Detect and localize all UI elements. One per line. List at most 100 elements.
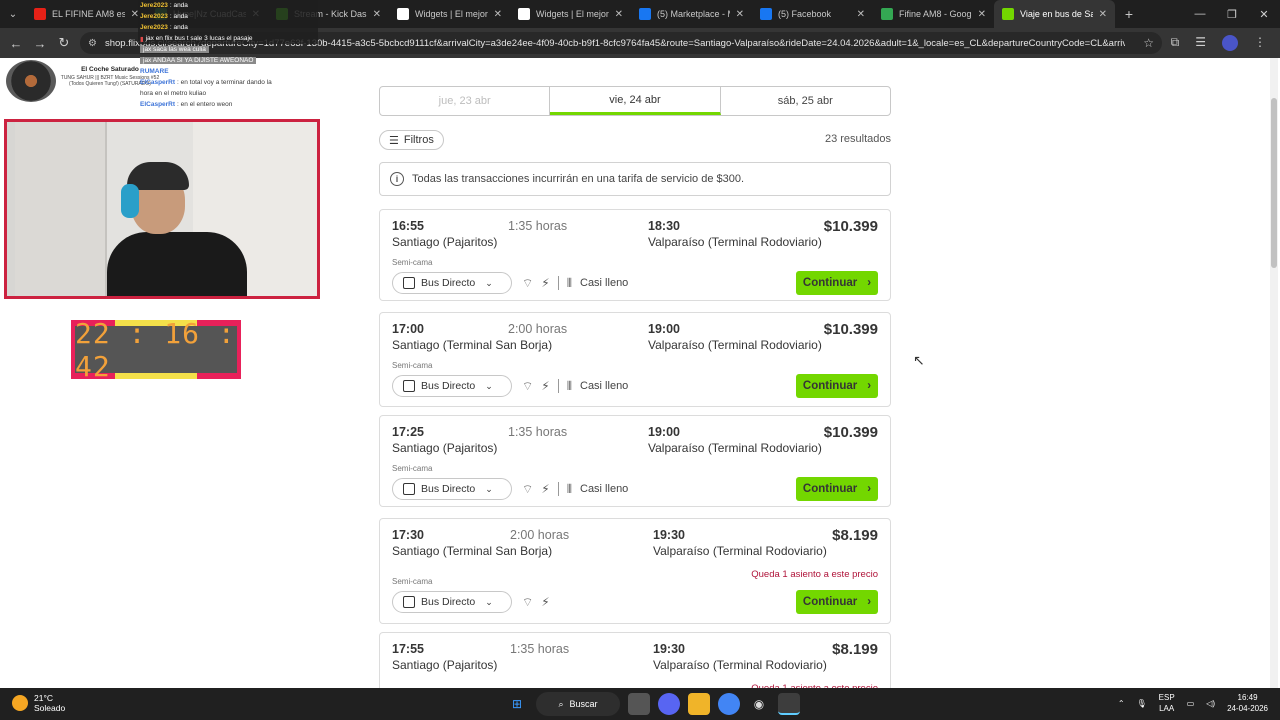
language-indicator[interactable]: ESP LAA <box>1159 692 1175 714</box>
menu-kebab-icon[interactable]: ⋮ <box>1254 35 1266 51</box>
departure-time: 17:55 <box>392 642 424 656</box>
date-tab-next[interactable]: sáb, 25 abr <box>721 87 890 115</box>
continue-button[interactable]: Continuar › <box>796 374 878 398</box>
seats-icon: ⦀ <box>566 481 572 496</box>
forward-icon[interactable]: → <box>28 36 52 51</box>
tab-title: EL FIFINE AM8 es el M <box>52 9 125 19</box>
close-tab-icon[interactable]: ✕ <box>736 9 744 20</box>
taskbar-search[interactable]: ⌕ Buscar <box>536 692 620 716</box>
seats-icon: ⦀ <box>566 378 572 393</box>
arrival-station: Valparaíso (Terminal Rodoviario) <box>648 441 822 455</box>
continue-button[interactable]: Continuar › <box>796 477 878 501</box>
close-tab-icon[interactable]: ✕ <box>978 9 986 20</box>
power-plug-icon: ⚡ <box>541 482 550 496</box>
trip-price: $10.399 <box>823 424 878 441</box>
site-info-icon[interactable]: ⚙ <box>88 38 97 49</box>
new-tab-button[interactable]: + <box>1115 6 1143 22</box>
trip-card[interactable]: 17:30 2:00 horas 19:30 $8.199 Santiago (… <box>379 518 891 624</box>
chat-line: Jere2023: anda <box>138 22 318 33</box>
extensions-icon[interactable]: ⧉ <box>1171 35 1180 51</box>
departure-time: 17:30 <box>392 528 424 542</box>
tab-title: Fifine AM8 - Google <box>899 9 972 19</box>
trip-price: $10.399 <box>823 321 878 338</box>
info-icon: i <box>390 172 404 186</box>
weather-widget[interactable]: 21°C Soleado <box>12 693 65 713</box>
bus-type-dropdown[interactable]: Bus Directo ⌄ <box>392 272 512 294</box>
tab-title: (5) Marketplace - Mi <box>657 9 730 19</box>
trip-card[interactable]: 17:25 1:35 horas 19:00 $10.399 Santiago … <box>379 415 891 507</box>
trip-duration: 1:35 horas <box>508 219 568 233</box>
trip-duration: 2:00 horas <box>510 528 570 542</box>
browser-tab[interactable]: EL FIFINE AM8 es el M✕ <box>26 0 147 28</box>
continue-button[interactable]: Continuar › <box>796 271 878 295</box>
minimize-icon[interactable]: — <box>1184 8 1216 21</box>
taskbar-apps: ⊞ ⌕ Buscar ◉ <box>506 692 800 716</box>
windows-start-icon[interactable]: ⊞ <box>506 693 528 715</box>
arrival-station: Valparaíso (Terminal Rodoviario) <box>648 235 822 249</box>
tray-overflow-icon[interactable]: ⌃ <box>1118 699 1125 708</box>
trip-card[interactable]: 17:55 1:35 horas 19:30 $8.199 Santiago (… <box>379 632 891 694</box>
seat-type: Semi-cama <box>392 361 433 370</box>
close-tab-icon[interactable]: ✕ <box>494 9 502 20</box>
chevron-right-icon: › <box>867 380 872 392</box>
trip-card[interactable]: 16:55 1:35 horas 18:30 $10.399 Santiago … <box>379 209 891 301</box>
continue-button[interactable]: Continuar › <box>796 590 878 614</box>
microphone-icon[interactable]: 🎙 <box>1137 699 1147 708</box>
webcam-background <box>15 122 107 296</box>
trip-price: $8.199 <box>832 527 878 544</box>
volume-icon[interactable]: ◁) <box>1206 699 1215 708</box>
service-fee-notice: i Todas las transacciones incurrirán en … <box>379 162 891 196</box>
arrival-station: Valparaíso (Terminal Rodoviario) <box>653 544 827 558</box>
tab-search-icon[interactable]: ⌄ <box>0 0 26 28</box>
windows-taskbar: 21°C Soleado ⊞ ⌕ Buscar ◉ ⌃ 🎙 ESP LAA ▭ ◁) … <box>0 688 1280 720</box>
browser-tab[interactable]: (5) Facebook ✕ <box>752 0 873 28</box>
close-tab-icon[interactable]: ✕ <box>373 9 381 20</box>
date-tab-prev[interactable]: jue, 23 abr <box>380 87 551 115</box>
browser-tab[interactable]: Widgets | El mejor so ✕ <box>510 0 631 28</box>
arrival-time: 19:30 <box>653 528 685 542</box>
tab-list-icon[interactable]: ☰ <box>1195 35 1206 51</box>
network-icon[interactable]: ▭ <box>1187 699 1195 708</box>
notice-text: Todas las transacciones incurrirán en un… <box>412 173 745 185</box>
bookmark-star-icon[interactable]: ☆ <box>1143 36 1154 50</box>
departure-time: 17:00 <box>392 322 424 336</box>
close-tab-icon[interactable]: ✕ <box>615 9 623 20</box>
bus-type-dropdown[interactable]: Bus Directo ⌄ <box>392 591 512 613</box>
date-tab-selected[interactable]: vie, 24 abr <box>550 87 721 115</box>
obs-icon[interactable]: ◉ <box>748 693 770 715</box>
close-tab-icon[interactable]: ✕ <box>1099 9 1107 20</box>
bus-type-dropdown[interactable]: Bus Directo ⌄ <box>392 478 512 500</box>
clock[interactable]: 16:49 24-04-2026 <box>1227 692 1268 714</box>
page-scrollbar[interactable] <box>1270 58 1278 688</box>
close-tab-icon[interactable]: ✕ <box>857 9 865 20</box>
filters-button[interactable]: ☰ Filtros <box>379 130 444 150</box>
trip-card[interactable]: 17:00 2:00 horas 19:00 $10.399 Santiago … <box>379 312 891 407</box>
discord-icon[interactable] <box>658 693 680 715</box>
reload-icon[interactable]: ↻ <box>52 35 76 51</box>
bus-icon <box>403 483 415 495</box>
amenities: ⌔ ⚡ <box>522 591 550 613</box>
bus-type-dropdown[interactable]: Bus Directo ⌄ <box>392 375 512 397</box>
browser-tab[interactable]: (5) Marketplace - Mi ✕ <box>631 0 752 28</box>
tab-title: (5) Facebook <box>778 9 832 19</box>
scroll-thumb[interactable] <box>1271 98 1277 268</box>
close-window-icon[interactable]: ✕ <box>1248 8 1280 21</box>
chat-line: ▮ jax en flix bus t sale 3 lucas el pasaj… <box>138 33 318 44</box>
facebook-icon <box>639 8 651 20</box>
profile-avatar[interactable] <box>1222 35 1238 51</box>
trip-duration: 1:35 horas <box>510 642 570 656</box>
wifi-icon: ⌔ <box>522 594 534 609</box>
chrome-active-icon[interactable] <box>778 693 800 715</box>
browser-tab[interactable]: Widgets | El mejor so ✕ <box>389 0 510 28</box>
back-icon[interactable]: ← <box>4 36 28 51</box>
browser-tab[interactable]: Viaje en bus de Santi ✕ <box>994 0 1115 28</box>
bus-icon <box>403 277 415 289</box>
trip-duration: 2:00 horas <box>508 322 568 336</box>
task-view-icon[interactable] <box>628 693 650 715</box>
maximize-icon[interactable]: ❐ <box>1216 8 1248 21</box>
departure-time: 16:55 <box>392 219 424 233</box>
chrome-icon[interactable] <box>718 693 740 715</box>
file-explorer-icon[interactable] <box>688 693 710 715</box>
browser-tab[interactable]: Fifine AM8 - Google ✕ <box>873 0 994 28</box>
chat-line: ElCasperRt: en total voy a terminar dand… <box>140 79 272 86</box>
